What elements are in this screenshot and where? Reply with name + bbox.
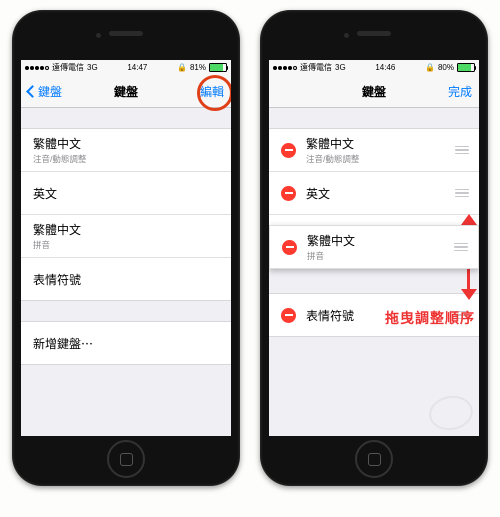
keyboard-title: 繁體中文 xyxy=(33,135,221,152)
phone-camera xyxy=(96,33,101,38)
signal-dots xyxy=(273,66,297,70)
battery-icon xyxy=(457,63,475,72)
phone-frame-right: 遠傳電信 3G 14:46 🔒 80% 鍵盤 完成 xyxy=(260,10,488,486)
keyboard-title: 表情符號 xyxy=(33,271,221,288)
delete-icon[interactable] xyxy=(281,143,296,158)
phone-frame-left: 遠傳電信 3G 14:47 🔒 81% 鍵盤 鍵盤 編輯 xyxy=(12,10,240,486)
add-keyboard-group: 新增鍵盤⋯ xyxy=(21,321,231,365)
phone-camera xyxy=(344,33,349,38)
battery-pct: 81% xyxy=(190,63,206,72)
list-item[interactable]: 繁體中文 拼音 xyxy=(21,215,231,258)
orientation-lock-icon: 🔒 xyxy=(425,63,435,72)
nav-bar: 鍵盤 完成 xyxy=(269,75,479,108)
keyboard-title: 繁體中文 xyxy=(306,135,451,152)
reorder-handle-icon[interactable] xyxy=(451,146,469,155)
status-bar: 遠傳電信 3G 14:47 🔒 81% xyxy=(21,60,231,75)
list-item[interactable]: 表情符號 xyxy=(21,258,231,300)
list-item[interactable]: 繁體中文 注音/動態調整 xyxy=(21,129,231,172)
list-item[interactable]: 英文 xyxy=(21,172,231,215)
keyboard-title: 英文 xyxy=(33,185,221,202)
keyboard-sub: 拼音 xyxy=(33,239,221,251)
back-label: 鍵盤 xyxy=(38,83,62,100)
screen-right: 遠傳電信 3G 14:46 🔒 80% 鍵盤 完成 xyxy=(269,60,479,436)
nav-bar: 鍵盤 鍵盤 編輯 xyxy=(21,75,231,108)
done-label: 完成 xyxy=(448,83,472,100)
keyboard-title: 繁體中文 xyxy=(33,221,221,238)
keyboard-list: 繁體中文 注音/動態調整 英文 繁體中文 拼音 表情符號 xyxy=(21,128,231,301)
carrier-label: 遠傳電信 xyxy=(52,62,84,73)
home-button[interactable] xyxy=(355,440,393,478)
keyboard-sub: 注音/動態調整 xyxy=(33,153,221,165)
keyboard-sub: 注音/動態調整 xyxy=(306,153,451,165)
list-item-dragging[interactable]: 繁體中文 拼音 xyxy=(269,225,479,269)
add-keyboard-label: 新增鍵盤⋯ xyxy=(33,335,221,352)
keyboard-edit-list: 繁體中文 注音/動態調整 英文 繁體中文 拼音 xyxy=(269,128,479,337)
delete-icon[interactable] xyxy=(281,186,296,201)
keyboard-title: 繁體中文 xyxy=(307,232,450,249)
edit-button[interactable]: 編輯 xyxy=(180,83,224,100)
reorder-handle-icon[interactable] xyxy=(451,189,469,198)
back-button[interactable]: 鍵盤 xyxy=(28,83,72,100)
watermark xyxy=(426,392,475,433)
list-item[interactable]: 英文 xyxy=(269,172,479,215)
network-label: 3G xyxy=(335,63,346,72)
keyboard-title: 英文 xyxy=(306,185,451,202)
annotation-caption: 拖曳調整順序 xyxy=(385,308,475,328)
delete-icon[interactable] xyxy=(281,308,296,323)
home-button[interactable] xyxy=(107,440,145,478)
screen-left: 遠傳電信 3G 14:47 🔒 81% 鍵盤 鍵盤 編輯 xyxy=(21,60,231,436)
battery-icon xyxy=(209,63,227,72)
delete-icon[interactable] xyxy=(282,240,297,255)
phone-speaker xyxy=(357,31,391,36)
edit-label: 編輯 xyxy=(200,83,224,100)
status-bar: 遠傳電信 3G 14:46 🔒 80% xyxy=(269,60,479,75)
add-keyboard-button[interactable]: 新增鍵盤⋯ xyxy=(21,322,231,364)
phone-speaker xyxy=(109,31,143,36)
clock: 14:47 xyxy=(127,63,147,72)
reorder-handle-icon[interactable] xyxy=(450,243,468,252)
list-item[interactable]: 繁體中文 注音/動態調整 xyxy=(269,129,479,172)
carrier-label: 遠傳電信 xyxy=(300,62,332,73)
battery-pct: 80% xyxy=(438,63,454,72)
keyboard-sub: 拼音 xyxy=(307,250,450,262)
done-button[interactable]: 完成 xyxy=(428,83,472,100)
network-label: 3G xyxy=(87,63,98,72)
orientation-lock-icon: 🔒 xyxy=(177,63,187,72)
chevron-left-icon xyxy=(26,85,39,98)
signal-dots xyxy=(25,66,49,70)
clock: 14:46 xyxy=(375,63,395,72)
